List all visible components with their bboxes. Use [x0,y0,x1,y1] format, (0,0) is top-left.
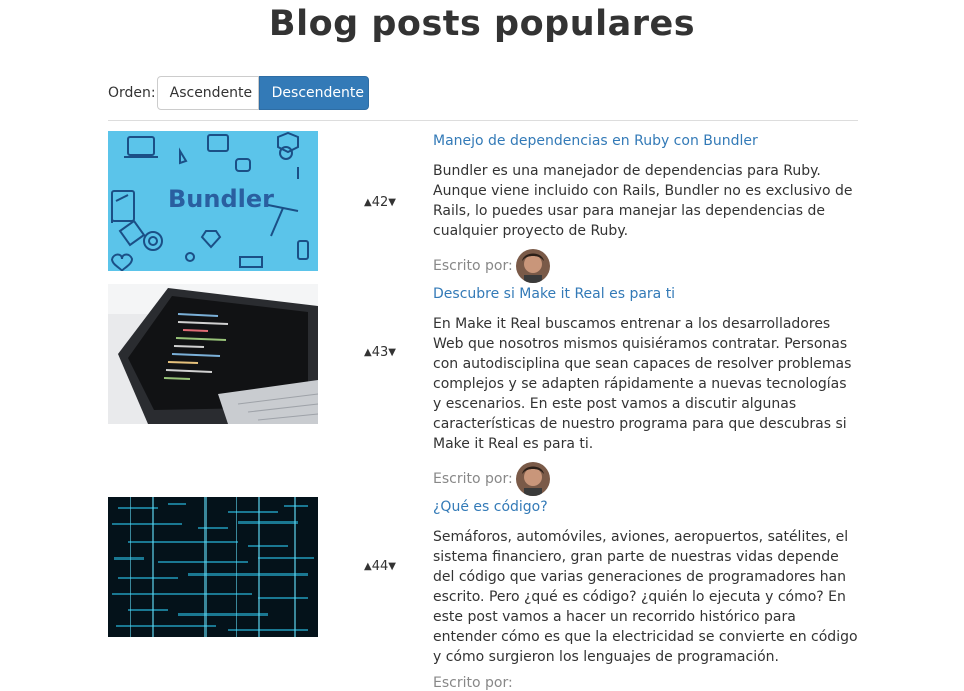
downvote-icon[interactable]: ▼ [388,561,396,572]
post-body: Manejo de dependencias en Ruby con Bundl… [433,131,858,283]
post-excerpt: Bundler es una manejador de dependencias… [433,163,853,239]
post-title-link[interactable]: ¿Qué es código? [433,497,858,517]
post-image-code [108,497,318,637]
vote-control: ▲ 43 ▼ [364,345,406,360]
post-body: ¿Qué es código? Semáforos, automóviles, … [433,497,858,691]
vote-control: ▲ 44 ▼ [364,559,406,574]
author-row: Escrito por: [433,249,858,283]
page-title: Blog posts populares [268,4,696,44]
downvote-icon[interactable]: ▼ [388,347,396,358]
sort-descending-button[interactable]: Descendente [258,76,369,110]
upvote-icon[interactable]: ▲ [364,561,372,572]
post-title-link[interactable]: Descubre si Make it Real es para ti [433,284,858,304]
post-excerpt: Semáforos, automóviles, aviones, aeropue… [433,529,858,665]
author-label: Escrito por: [433,471,513,487]
vote-count: 42 [371,195,389,210]
author-row: Escrito por: [433,462,858,496]
author-label: Escrito por: [433,258,513,274]
author-label: Escrito por: [433,675,513,691]
post-body: Descubre si Make it Real es para ti En M… [433,284,858,496]
post-image-bundler: Bundler [108,131,318,271]
vote-control: ▲ 42 ▼ [364,195,406,210]
author-avatar[interactable] [515,249,550,283]
post-image-laptop [108,284,318,424]
post-title-link[interactable]: Manejo de dependencias en Ruby con Bundl… [433,131,858,151]
vote-count: 44 [371,559,389,574]
post-excerpt: En Make it Real buscamos entrenar a los … [433,316,852,452]
divider [108,120,858,121]
order-toolbar: Orden: Ascendente Descendente [108,76,369,110]
bundler-logo-text: Bundler [168,185,274,213]
author-avatar[interactable] [515,462,550,496]
upvote-icon[interactable]: ▲ [364,197,372,208]
upvote-icon[interactable]: ▲ [364,347,372,358]
order-label: Orden: [108,85,156,101]
downvote-icon[interactable]: ▼ [388,197,396,208]
vote-count: 43 [371,345,389,360]
sort-ascending-button[interactable]: Ascendente [156,76,259,110]
author-row: Escrito por: [433,675,858,691]
